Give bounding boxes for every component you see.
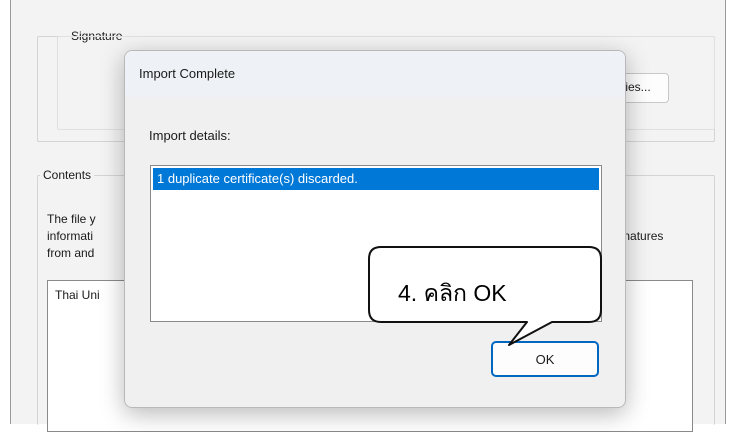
- import-details-list[interactable]: 1 duplicate certificate(s) discarded.: [150, 165, 602, 322]
- contents-description-line-3: from and: [47, 246, 95, 260]
- contents-legend: Contents: [40, 168, 95, 182]
- dialog-titlebar[interactable]: Import Complete: [125, 51, 625, 97]
- contents-description-line-2: informati: [47, 229, 94, 243]
- ok-button[interactable]: OK: [491, 341, 599, 377]
- contents-list-item[interactable]: Thai Uni: [55, 287, 100, 304]
- callout-text: 4. คลิก OK: [398, 280, 507, 306]
- import-complete-dialog: Import Complete Import details: 1 duplic…: [124, 50, 626, 408]
- import-details-item[interactable]: 1 duplicate certificate(s) discarded.: [153, 168, 599, 190]
- dialog-title: Import Complete: [139, 66, 236, 81]
- signature-details-button-label: ies...: [625, 80, 651, 94]
- contents-description-line-1: The file y: [47, 212, 96, 226]
- import-details-label: Import details:: [149, 128, 231, 143]
